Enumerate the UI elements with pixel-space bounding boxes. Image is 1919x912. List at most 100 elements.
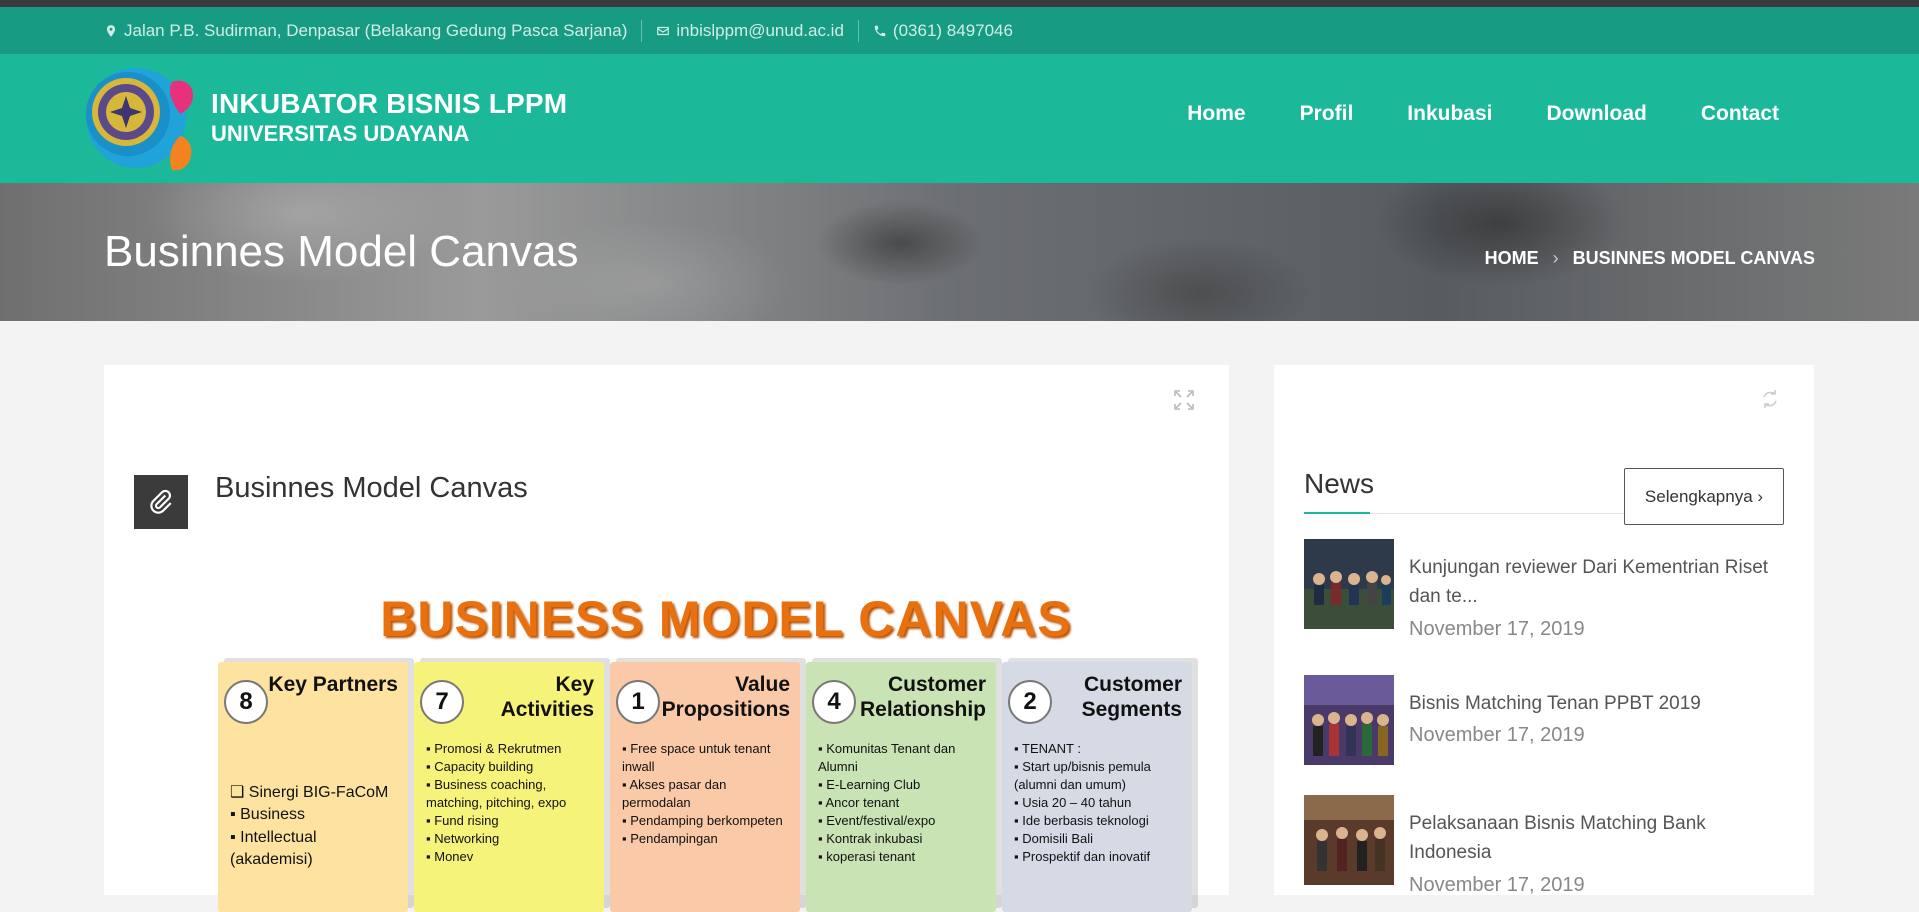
cell-number: 1 [616,680,660,724]
cell-item: Networking [426,830,598,848]
news-thumbnail[interactable] [1304,539,1394,629]
cell-number: 7 [420,680,464,724]
cell-item: Pendamping berkompeten [622,812,794,830]
news-thumbnail[interactable] [1304,795,1394,885]
news-text: Bisnis Matching Tenan PPBT 2019 November… [1409,689,1789,747]
news-text: Kunjungan reviewer Dari Kementrian Riset… [1409,553,1789,641]
nav-profil[interactable]: Profil [1300,102,1354,126]
cell-item: Kontrak inkubasi [818,830,990,848]
cell-item: Business coaching, matching, pitching, e… [426,776,598,812]
cell-list: TENANT : Start up/bisnis pemula (alumni … [1014,740,1186,866]
canvas-cell-key-partners: 8 Key Partners ❑ Sinergi BIG-FaCoM ▪ Bus… [218,662,408,912]
cell-item: Promosi & Rekrutmen [426,740,598,758]
nav-inkubasi[interactable]: Inkubasi [1407,102,1492,126]
news-title[interactable]: Bisnis Matching Tenan PPBT 2019 [1409,689,1789,718]
news-thumbnail[interactable] [1304,675,1394,765]
contact-bar: Jalan P.B. Sudirman, Denpasar (Belakang … [0,7,1919,54]
address-text: Jalan P.B. Sudirman, Denpasar (Belakang … [124,20,628,40]
cell-item: E-Learning Club [818,776,990,794]
expand-icon[interactable] [1173,389,1195,411]
page-title: Businnes Model Canvas [104,227,579,276]
post-format-badge [134,475,188,529]
breadcrumb: HOME › BUSINNES MODEL CANVAS [1485,248,1815,269]
cell-item: ▪ Intellectual [230,828,317,846]
cell-heading: Customer Relationship [859,673,986,722]
cell-item: Capacity building [426,758,598,776]
cell-list: Free space untuk tenant inwall Akses pas… [622,740,794,848]
post-title[interactable]: Businnes Model Canvas [215,472,528,505]
cell-item: Fund rising [426,812,598,830]
cell-item: Free space untuk tenant inwall [622,740,794,776]
cell-number: 4 [812,680,856,724]
news-date: November 17, 2019 [1409,617,1585,640]
cell-item: Akses pasar dan permodalan [622,776,794,812]
cell-heading: Value Propositions [661,673,790,722]
cell-item: Pendampingan [622,830,794,848]
breadcrumb-home[interactable]: HOME [1485,248,1539,269]
cell-item: (akademisi) [230,851,313,869]
nav-contact[interactable]: Contact [1701,102,1779,126]
cell-list: Promosi & Rekrutmen Capacity building Bu… [426,740,598,866]
cell-item: Ide berbasis teknologi [1014,812,1186,830]
canvas-cell-value-propositions: 1 Value Propositions Free space untuk te… [610,662,800,912]
phone-text[interactable]: (0361) 8497046 [893,21,1013,41]
news-heading: News [1304,468,1375,499]
email-text[interactable]: inbislppm@unud.ac.id [676,21,844,41]
cell-heading: Customer Segments [1081,673,1182,722]
cell-list: ❑ Sinergi BIG-FaCoM ▪ Business ▪ Intelle… [230,782,402,872]
canvas-cells: 8 Key Partners ❑ Sinergi BIG-FaCoM ▪ Bus… [218,662,1192,912]
cell-item: Komunitas Tenant dan Alumni [818,740,990,776]
divider [857,19,859,42]
cell-item: Usia 20 – 40 tahun [1014,794,1186,812]
envelope-icon [657,26,670,35]
news-text: Pelaksanaan Bisnis Matching Bank Indones… [1409,809,1789,897]
breadcrumb-current: BUSINNES MODEL CANVAS [1572,248,1815,268]
main-nav: Home Profil Inkubasi Download Contact [1187,102,1779,126]
business-model-canvas-image: BUSINESS MODEL CANVAS 8 Key Partners ❑ S… [218,590,1204,912]
cell-item: Prospektif dan inovatif [1014,848,1186,866]
site-header: INKUBATOR BISNIS LPPM UNIVERSITAS UDAYAN… [0,54,1919,183]
paperclip-icon [150,489,172,514]
heading-underline [1304,512,1370,514]
article-panel: Businnes Model Canvas BUSINESS MODEL CAN… [104,365,1229,912]
cell-item: Domisili Bali [1014,830,1186,848]
brand-line-1[interactable]: INKUBATOR BISNIS LPPM [211,88,567,120]
cell-item: TENANT : [1014,740,1186,758]
cell-number: 8 [224,680,268,724]
cell-list: Komunitas Tenant dan Alumni E-Learning C… [818,740,990,866]
cell-item: Start up/bisnis pemula (alumni dan umum) [1014,758,1186,794]
nav-download[interactable]: Download [1547,102,1647,126]
phone-icon [874,25,886,36]
canvas-title: BUSINESS MODEL CANVAS [380,591,1072,647]
chevron-right-icon: › [1552,248,1559,268]
cell-item: ▪ Business [230,806,306,824]
canvas-cell-key-activities: 7 Key Activities Promosi & Rekrutmen Cap… [414,662,604,912]
refresh-icon[interactable] [1760,389,1780,409]
news-title[interactable]: Kunjungan reviewer Dari Kementrian Riset… [1409,553,1789,612]
canvas-cell-customer-relationship: 4 Customer Relationship Komunitas Tenant… [806,662,996,912]
phone-item[interactable]: (0361) 8497046 [873,21,1013,41]
news-sidebar: News Selengkapnya › Kunjungan reviewer D… [1274,365,1814,897]
nav-home[interactable]: Home [1187,102,1245,126]
address-item: Jalan P.B. Sudirman, Denpasar (Belakang … [104,21,627,41]
top-strip [0,0,1919,7]
news-date: November 17, 2019 [1409,724,1585,747]
cell-heading: Key Activities [500,673,594,722]
canvas-cell-customer-segments: 2 Customer Segments TENANT : Start up/bi… [1002,662,1192,912]
cell-item: koperasi tenant [818,848,990,866]
cell-heading: Key Partners [268,673,398,696]
brand-line-2[interactable]: UNIVERSITAS UDAYANA [211,121,567,147]
site-brand[interactable]: INKUBATOR BISNIS LPPM UNIVERSITAS UDAYAN… [211,88,567,147]
more-news-button[interactable]: Selengkapnya › [1624,468,1784,525]
news-title[interactable]: Pelaksanaan Bisnis Matching Bank Indones… [1409,809,1789,868]
news-date: November 17, 2019 [1409,873,1585,896]
cell-number: 2 [1008,680,1052,724]
divider [641,19,643,42]
cell-item: ❑ Sinergi BIG-FaCoM [230,784,389,801]
university-logo[interactable] [84,64,196,176]
email-item[interactable]: inbislppm@unud.ac.id [656,21,844,41]
cell-item: Event/festival/expo [818,812,990,830]
cell-item: Monev [426,848,598,866]
map-marker-icon [106,24,116,37]
cell-item: Ancor tenant [818,794,990,812]
